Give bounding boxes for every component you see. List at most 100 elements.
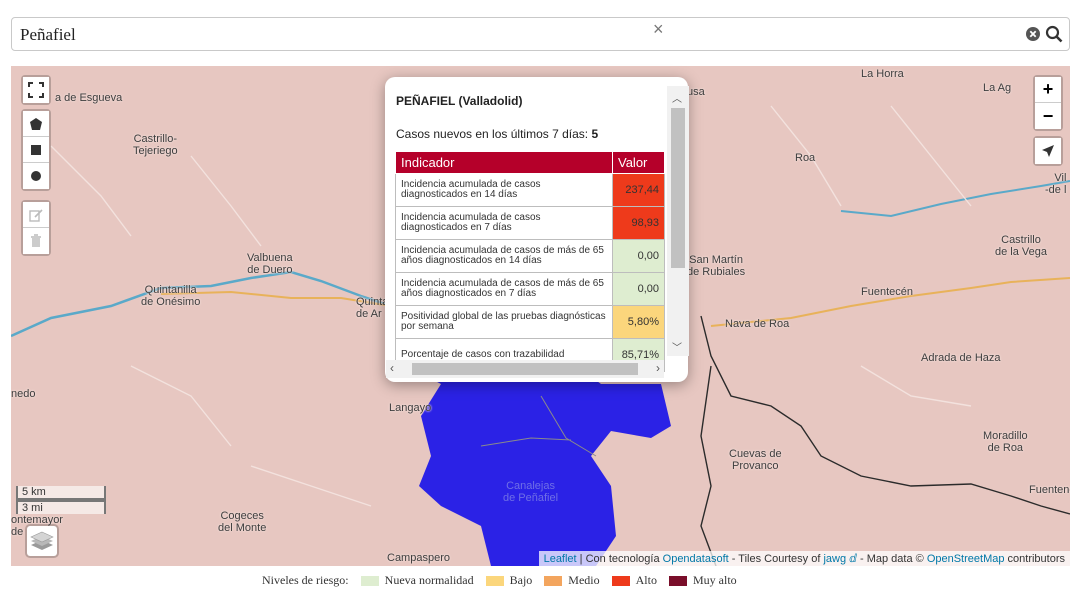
jawg-link[interactable]: jawg (823, 553, 846, 565)
cases-label: Casos nuevos en los últimos 7 días: (396, 127, 592, 141)
circle-icon (31, 171, 41, 181)
cases-value: 5 (591, 127, 599, 141)
place-nedo: nedo (11, 388, 36, 400)
place-roa: Roa (795, 152, 816, 164)
place-quintanilla: Quintanilla de Onésimo (141, 284, 201, 308)
place-nava-roa: Nava de Roa (725, 318, 790, 330)
popup-horizontal-scrollbar[interactable]: ‹ › (386, 360, 664, 378)
legend-swatch (611, 575, 630, 586)
legend-label: Medio (568, 573, 600, 587)
legend-label: Nueva normalidad (384, 573, 474, 587)
draw-toolbar[interactable] (21, 109, 51, 191)
place-quinta: Quinta de Ar (356, 296, 389, 320)
indicator-value: 98,93 (612, 206, 665, 240)
province-border (700, 315, 1070, 515)
search-bar[interactable]: Peñafiel (11, 17, 1070, 51)
map-attribution: Leaflet | Con tecnología Opendatasoft - … (538, 551, 1070, 566)
close-icon[interactable]: × (653, 19, 667, 39)
scroll-right-icon[interactable]: › (656, 361, 660, 375)
clear-icon[interactable] (1025, 26, 1041, 42)
indicator-value: 0,00 (612, 239, 665, 273)
polygon-icon (30, 117, 42, 130)
fullscreen-button[interactable] (23, 77, 49, 103)
attrib-contrib: contributors (1004, 553, 1065, 565)
place-la-aguilera: La Ag (983, 82, 1012, 94)
table-row: Incidencia acumulada de casos de más de … (395, 239, 665, 273)
place-villa: Vil -de l (1045, 172, 1067, 196)
horizontal-scroll-thumb[interactable] (412, 363, 638, 375)
indicator-value: 5,80% (612, 305, 665, 339)
place-cogeces: Cogeces del Monte (218, 510, 267, 534)
place-castrillo-vega: Castrillo de la Vega (995, 234, 1047, 258)
indicator-label: Incidencia acumulada de casos de más de … (395, 272, 613, 306)
place-la-horra: La Horra (861, 68, 904, 80)
search-icon[interactable] (1045, 25, 1063, 43)
legend-swatch (360, 575, 379, 586)
table-row: Positividad global de las pruebas diagnó… (395, 305, 665, 339)
legend-label: Alto (635, 573, 657, 587)
locate-control[interactable] (1033, 136, 1063, 166)
info-popup: PEÑAFIEL (Valladolid) Casos nuevos en lo… (385, 77, 688, 382)
legend-swatch (485, 575, 504, 586)
indicator-label: Positividad global de las pruebas diagnó… (395, 305, 613, 339)
fullscreen-icon (28, 82, 44, 98)
place-campaspero: Campaspero (387, 552, 450, 564)
edit-toolbar[interactable] (21, 200, 51, 256)
location-arrow-icon (1042, 145, 1054, 157)
place-san-martin: San Martín de Rubiales (687, 254, 746, 278)
search-input[interactable]: Peñafiel (20, 25, 76, 45)
zoom-control[interactable]: + − (1033, 75, 1063, 131)
place-langayo: Langayo (389, 402, 432, 414)
attrib-mapdata: - Map data © (856, 553, 927, 565)
indicator-value: 237,44 (612, 173, 665, 207)
opendatasoft-link[interactable]: Opendatasoft (663, 553, 729, 565)
place-valbuena: Valbuena de Duero (247, 252, 293, 276)
popup-vertical-scrollbar[interactable]: ︿ ﹀ (667, 86, 689, 356)
river-duero (11, 270, 392, 338)
osm-link[interactable]: OpenStreetMap (927, 553, 1005, 565)
indicator-label: Incidencia acumulada de casos diagnostic… (395, 173, 613, 207)
edit-icon (29, 208, 43, 222)
scroll-down-icon[interactable]: ﹀ (672, 339, 682, 354)
square-icon (31, 144, 41, 155)
draw-polygon-button[interactable] (23, 111, 49, 137)
place-cuevas: Cuevas de Provanco (729, 448, 782, 472)
legend-title: Niveles de riesgo: (262, 573, 349, 587)
indicator-table: Indicador Valor Incidencia acumulada de … (395, 151, 665, 372)
place-moradillo: Moradillo de Roa (983, 430, 1028, 454)
locate-button[interactable] (1035, 138, 1061, 164)
attrib-tech: | Con tecnología (576, 553, 663, 565)
place-fuentene: Fuentene (1029, 484, 1070, 496)
trash-icon (31, 234, 41, 247)
table-row: Incidencia acumulada de casos diagnostic… (395, 206, 665, 240)
place-fuentecen: Fuentecén (861, 286, 913, 298)
scale-km: 5 km (16, 486, 106, 500)
fullscreen-control[interactable] (21, 75, 51, 105)
draw-circle-button[interactable] (23, 163, 49, 189)
draw-rectangle-button[interactable] (23, 137, 49, 163)
legend-label: Muy alto (692, 573, 737, 587)
leaflet-link[interactable]: Leaflet (544, 553, 577, 565)
popup-title: PEÑAFIEL (Valladolid) (396, 94, 523, 108)
province-border-2 (700, 365, 717, 566)
scroll-left-icon[interactable]: ‹ (390, 361, 394, 375)
popup-cases: Casos nuevos en los últimos 7 días: 5 (396, 127, 598, 141)
legend-swatch (544, 575, 563, 586)
zoom-in-button[interactable]: + (1035, 77, 1061, 103)
delete-layers-button[interactable] (23, 228, 49, 254)
scale-mi: 3 mi (16, 500, 106, 514)
place-adrada: Adrada de Haza (921, 352, 1001, 364)
edit-layers-button[interactable] (23, 202, 49, 228)
risk-legend: Niveles de riesgo: Nueva normalidad Bajo… (262, 573, 737, 588)
layers-button[interactable] (25, 524, 59, 558)
layers-icon (30, 531, 54, 550)
scroll-up-icon[interactable]: ︿ (672, 90, 682, 105)
place-esgueva: a de Esgueva (55, 92, 123, 104)
attrib-tiles: - Tiles Courtesy of (728, 553, 824, 565)
zoom-out-button[interactable]: − (1035, 103, 1061, 129)
table-row: Incidencia acumulada de casos de más de … (395, 272, 665, 306)
table-row: Incidencia acumulada de casos diagnostic… (395, 173, 665, 207)
vertical-scroll-thumb[interactable] (671, 108, 685, 268)
header-indicator: Indicador (395, 151, 613, 174)
legend-swatch (668, 575, 687, 586)
